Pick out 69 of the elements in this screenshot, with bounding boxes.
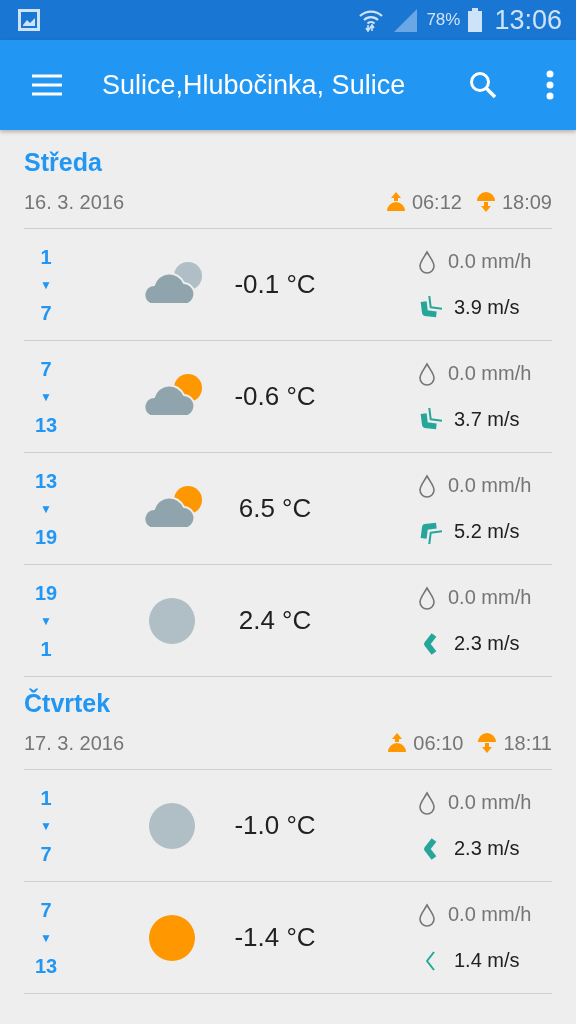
start-hour: 19 xyxy=(34,580,58,606)
sunrise-time: 06:12 xyxy=(411,190,462,214)
end-hour: 19 xyxy=(34,524,58,550)
raindrop-icon xyxy=(418,249,436,274)
battery-percent: 78% xyxy=(426,10,461,30)
sunrise-time: 06:10 xyxy=(413,731,464,755)
sunrise-icon xyxy=(387,732,408,754)
sunset-time: 18:11 xyxy=(503,731,552,755)
sunset-icon xyxy=(477,732,498,754)
down-arrow: ▼ xyxy=(40,500,52,518)
raindrop-icon xyxy=(418,585,436,610)
wind-speed: 3.7 m/s xyxy=(454,408,520,431)
raindrop-icon xyxy=(418,473,436,498)
temperature: 6.5 °C xyxy=(237,493,313,524)
wind-speed: 2.3 m/s xyxy=(454,837,520,860)
more-icon xyxy=(546,70,554,100)
sunset-time: 18:09 xyxy=(501,190,552,214)
end-hour: 7 xyxy=(40,841,52,867)
end-hour: 7 xyxy=(40,300,52,326)
precipitation: 0.0 mm/h xyxy=(448,474,532,497)
down-arrow: ▼ xyxy=(40,276,52,294)
precipitation: 0.0 mm/h xyxy=(448,250,532,273)
battery-icon xyxy=(468,8,483,32)
raindrop-icon xyxy=(418,790,436,815)
precipitation: 0.0 mm/h xyxy=(448,362,532,385)
gallery-icon xyxy=(18,9,40,31)
precipitation: 0.0 mm/h xyxy=(448,586,532,609)
date: 17. 3. 2016 xyxy=(24,731,126,755)
wind-speed: 1.4 m/s xyxy=(454,949,520,972)
search-icon xyxy=(468,70,498,100)
wind-chevron-icon xyxy=(418,407,442,432)
wind-speed: 2.3 m/s xyxy=(454,632,520,655)
wind-speed: 5.2 m/s xyxy=(454,520,520,543)
start-hour: 7 xyxy=(40,356,52,382)
precipitation: 0.0 mm/h xyxy=(448,903,532,926)
location-title: Sulice,Hlubočinka, Sulice xyxy=(102,69,407,101)
day-name: Středa xyxy=(24,148,103,178)
sunset-icon xyxy=(475,191,496,213)
clock: 13:06 xyxy=(494,4,562,36)
temperature: -1.4 °C xyxy=(233,922,317,953)
temperature: -1.0 °C xyxy=(233,810,317,841)
down-arrow: ▼ xyxy=(40,817,52,835)
start-hour: 1 xyxy=(40,785,52,811)
end-hour: 13 xyxy=(34,953,58,979)
start-hour: 13 xyxy=(34,468,58,494)
temperature: -0.1 °C xyxy=(233,269,317,300)
signal-icon xyxy=(392,7,419,33)
sun-icon xyxy=(149,914,195,961)
raindrop-icon xyxy=(418,361,436,386)
temperature: -0.6 °C xyxy=(233,381,317,412)
day-name: Čtvrtek xyxy=(24,689,112,719)
end-hour: 1 xyxy=(40,636,52,662)
menu-icon xyxy=(32,74,62,96)
start-hour: 1 xyxy=(40,244,52,270)
down-arrow: ▼ xyxy=(40,388,52,406)
moon-icon xyxy=(149,802,195,849)
moon-icon xyxy=(149,597,195,644)
wind-chevron-icon xyxy=(418,295,442,320)
raindrop-icon xyxy=(418,902,436,927)
wifi-icon xyxy=(358,8,385,32)
precipitation: 0.0 mm/h xyxy=(448,791,532,814)
down-arrow: ▼ xyxy=(40,929,52,947)
temperature: 2.4 °C xyxy=(237,605,313,636)
date: 16. 3. 2016 xyxy=(24,190,126,214)
start-hour: 7 xyxy=(40,897,52,923)
wind-speed: 3.9 m/s xyxy=(454,296,520,319)
sunrise-icon xyxy=(385,191,406,213)
end-hour: 13 xyxy=(34,412,58,438)
down-arrow: ▼ xyxy=(40,612,52,630)
